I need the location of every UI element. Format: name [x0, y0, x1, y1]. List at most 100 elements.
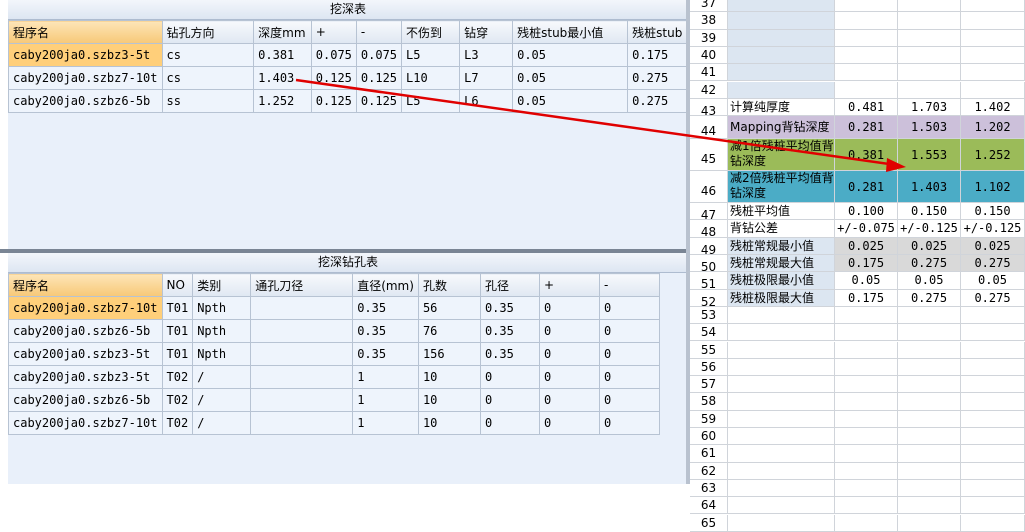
sheet-cell[interactable] [898, 12, 961, 30]
sheet-cell[interactable] [961, 306, 1025, 325]
sheet-cell[interactable] [835, 358, 898, 377]
drill-table-cell[interactable]: caby200ja0.szbz3-5t [8, 365, 163, 389]
drill-table-cell[interactable]: 0.35 [479, 319, 540, 343]
sheet-cell[interactable] [898, 376, 961, 394]
value-cell[interactable]: 1.553 [898, 139, 961, 172]
value-cell[interactable]: 0.281 [835, 171, 898, 204]
drill-table-cell[interactable]: 0 [598, 319, 660, 343]
drill-table-cell[interactable]: caby200ja0.szbz7-10t [8, 296, 163, 320]
depth-table-row[interactable]: caby200ja0.szbz3-5t cs 0.381 0.075 0.075 L5 L3… [8, 43, 688, 67]
sheet-cell[interactable] [961, 393, 1025, 411]
drill-table-cell[interactable]: 0 [538, 319, 600, 343]
drill-table-cell[interactable]: Npth [192, 296, 252, 320]
depth-table-cell[interactable]: ss [161, 89, 255, 113]
depth-table-cell[interactable]: L7 [459, 66, 514, 90]
sheet-cell[interactable] [898, 410, 961, 428]
sheet-cell[interactable] [898, 306, 961, 325]
drill-table-cell[interactable] [250, 319, 354, 343]
sheet-cell[interactable] [835, 46, 898, 65]
drill-table-cell[interactable]: 0 [598, 342, 660, 366]
row-header[interactable]: 55 [690, 341, 728, 359]
sheet-cell[interactable] [835, 445, 898, 463]
drill-table-header-5[interactable]: 孔数 [417, 273, 481, 297]
sheet-cell[interactable] [961, 64, 1025, 82]
sheet-cell[interactable] [728, 12, 835, 30]
sheet-cell[interactable] [961, 358, 1025, 377]
drill-table-cell[interactable]: caby200ja0.szbz6-5b [8, 388, 163, 412]
depth-table-cell[interactable]: 0.125 [355, 89, 403, 113]
drill-table-cell[interactable]: T01 [161, 342, 194, 366]
depth-table-header-6[interactable]: 钻穿 [459, 20, 514, 44]
drill-table-cell[interactable]: 0.35 [352, 342, 419, 366]
sheet-cell[interactable] [898, 0, 961, 13]
sheet-cell[interactable] [835, 324, 898, 342]
row-label[interactable]: 减2倍残桩平均值背钻深度 [728, 171, 835, 204]
drill-table-header-7[interactable]: + [538, 273, 600, 297]
drill-table-row[interactable]: caby200ja0.szbz3-5t T02/1 10 0 0 0 [8, 365, 660, 389]
value-cell[interactable]: 0.275 [898, 289, 961, 307]
row-header[interactable]: 46 [690, 171, 728, 204]
depth-table-cell[interactable]: 0.075 [310, 43, 357, 67]
row-header[interactable]: 65 [690, 514, 728, 532]
drill-table-cell[interactable]: T02 [161, 388, 194, 412]
value-cell[interactable]: 1.703 [898, 98, 961, 117]
drill-table-header-4[interactable]: 直径(mm) [352, 273, 419, 297]
sheet-cell[interactable] [728, 428, 835, 446]
sheet-cell[interactable] [728, 306, 835, 325]
sheet-cell[interactable] [898, 497, 961, 515]
row-header[interactable]: 50 [690, 255, 728, 273]
drill-table-row[interactable]: caby200ja0.szbz7-10t T02/1 10 0 0 0 [8, 411, 660, 435]
drill-table-cell[interactable]: T02 [161, 365, 194, 389]
row-header[interactable]: 53 [690, 306, 728, 325]
depth-table-cell[interactable]: L6 [459, 89, 514, 113]
row-label[interactable]: Mapping背钻深度 [728, 116, 835, 140]
sheet-cell[interactable] [728, 81, 835, 99]
drill-table-cell[interactable]: 0 [538, 388, 600, 412]
drill-table-row[interactable]: caby200ja0.szbz7-10t T01 Npth 0.35 56 0.35 0 0 [8, 296, 660, 320]
drill-table-cell[interactable]: T01 [161, 319, 194, 343]
drill-table-cell[interactable]: 0 [479, 365, 540, 389]
depth-table-cell[interactable]: 1.252 [253, 89, 312, 113]
depth-table-cell[interactable]: 0.125 [310, 89, 357, 113]
row-header[interactable]: 59 [690, 410, 728, 428]
drill-table-cell[interactable]: T02 [161, 411, 194, 435]
row-header[interactable]: 47 [690, 203, 728, 221]
sheet-cell[interactable] [898, 462, 961, 480]
drill-table-header-3[interactable]: 通孔刀径 [250, 273, 354, 297]
sheet-cell[interactable] [898, 341, 961, 359]
drill-table-cell[interactable]: 0 [538, 342, 600, 366]
value-cell[interactable]: 1.252 [961, 139, 1025, 172]
value-cell[interactable]: 0.025 [961, 237, 1025, 255]
row-header[interactable]: 56 [690, 358, 728, 377]
drill-table-header-8[interactable]: - [598, 273, 660, 297]
value-cell[interactable]: 0.025 [898, 237, 961, 255]
sheet-cell[interactable] [961, 12, 1025, 30]
row-label[interactable]: 残桩极限最小值 [728, 272, 835, 290]
value-cell[interactable]: 1.102 [961, 171, 1025, 204]
depth-table-cell[interactable]: cs [161, 66, 255, 90]
sheet-cell[interactable] [835, 0, 898, 13]
row-header[interactable]: 42 [690, 81, 728, 99]
drill-table-cell[interactable]: 0 [538, 296, 600, 320]
depth-table-cell[interactable]: 0.275 [627, 89, 688, 113]
sheet-cell[interactable] [728, 341, 835, 359]
depth-table-cell[interactable]: cs [161, 43, 255, 67]
drill-table-cell[interactable]: 0 [538, 365, 600, 389]
sheet-cell[interactable] [898, 514, 961, 532]
sheet-cell[interactable] [835, 341, 898, 359]
drill-table-row[interactable]: caby200ja0.szbz6-5b T02/1 10 0 0 0 [8, 388, 660, 412]
sheet-cell[interactable] [961, 479, 1025, 498]
sheet-cell[interactable] [835, 462, 898, 480]
value-cell[interactable]: 0.175 [835, 255, 898, 273]
sheet-cell[interactable] [898, 358, 961, 377]
depth-table-header-7[interactable]: 残桩stub最小值 [512, 20, 629, 44]
drill-table-cell[interactable]: caby200ja0.szbz7-10t [8, 411, 163, 435]
depth-table-cell[interactable]: L5 [401, 43, 461, 67]
drill-table-header-0[interactable]: 程序名 [8, 273, 163, 297]
drill-table-cell[interactable]: / [192, 388, 252, 412]
sheet-cell[interactable] [898, 46, 961, 65]
value-cell[interactable]: +/-0.125 [898, 220, 961, 238]
drill-table-cell[interactable]: 0 [598, 388, 660, 412]
row-header[interactable]: 64 [690, 497, 728, 515]
sheet-cell[interactable] [835, 497, 898, 515]
